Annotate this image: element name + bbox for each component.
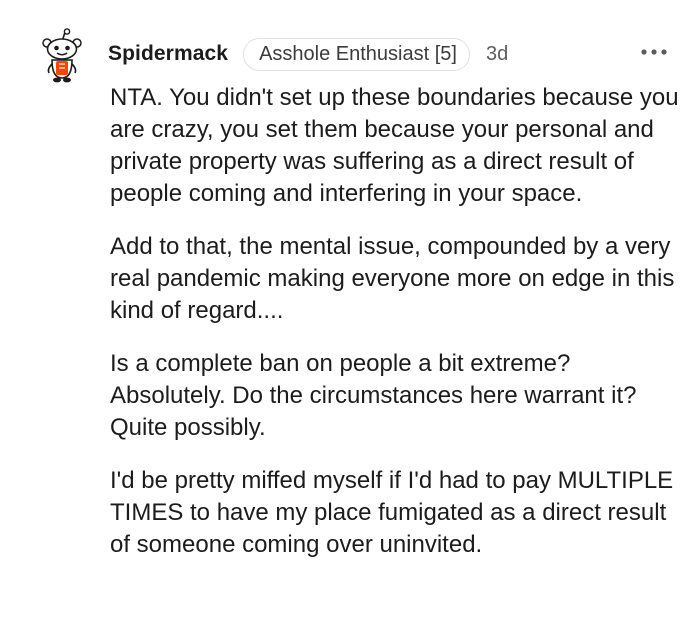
- username[interactable]: Spidermack: [108, 42, 228, 66]
- user-flair: Asshole Enthusiast [5]: [243, 37, 470, 71]
- snoo-avatar-icon[interactable]: [38, 28, 86, 84]
- comment: Spidermack Asshole Enthusiast [5] 3d NTA…: [0, 0, 700, 643]
- comment-paragraph: Is a complete ban on people a bit extrem…: [110, 350, 637, 441]
- comment-paragraph: I'd be pretty miffed myself if I'd had t…: [110, 467, 674, 558]
- comment-paragraph: Add to that, the mental issue, compounde…: [110, 233, 675, 324]
- comment-header: Spidermack Asshole Enthusiast [5] 3d: [108, 34, 508, 74]
- comment-paragraph: NTA. You didn't set up these boundaries …: [110, 84, 679, 207]
- timestamp[interactable]: 3d: [486, 43, 508, 66]
- comment-body: NTA. You didn't set up these boundaries …: [110, 82, 685, 582]
- more-options-icon[interactable]: [640, 45, 668, 57]
